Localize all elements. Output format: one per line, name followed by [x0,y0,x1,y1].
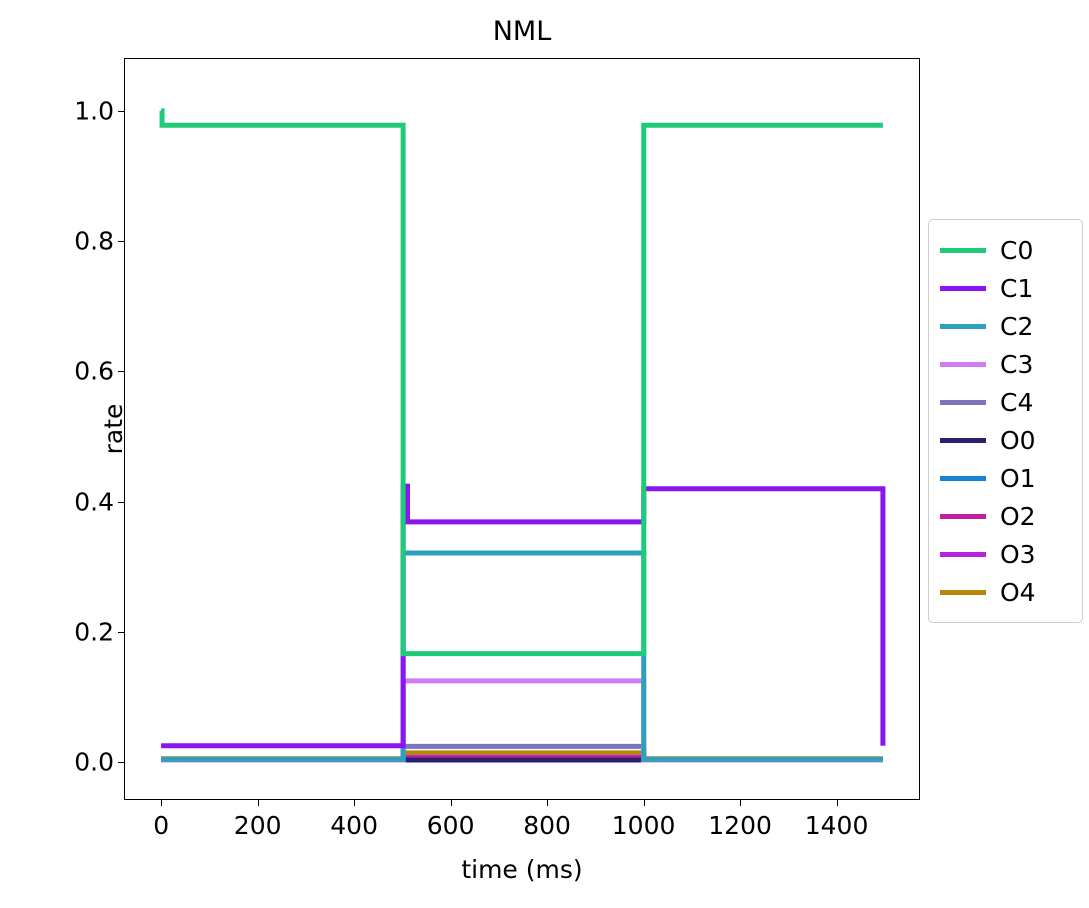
legend-item-c0[interactable]: C0 [940,231,1073,269]
x-tick-mark [547,799,549,806]
legend-item-o2[interactable]: O2 [940,497,1073,535]
x-tick-mark [354,799,356,806]
x-tick-mark [161,799,163,806]
x-axis-label: time (ms) [461,855,583,884]
x-tick-label: 1000 [611,811,676,840]
legend-item-o3[interactable]: O3 [940,535,1073,573]
x-tick-mark [450,799,452,806]
x-tick-label: 1400 [804,811,869,840]
legend-item-label: C2 [1000,311,1034,341]
legend-color-swatch [940,475,986,481]
series-line-c1 [161,486,883,746]
legend-item-label: O0 [1000,425,1036,455]
legend-color-swatch [940,247,986,253]
legend-item-o1[interactable]: O1 [940,459,1073,497]
legend-color-swatch [940,551,986,557]
legend-item-label: O4 [1000,577,1036,607]
legend-item-label: O1 [1000,463,1036,493]
legend-item-label: C3 [1000,349,1034,379]
y-tick-mark [118,241,125,243]
series-line-c2 [161,553,883,759]
x-tick-label: 0 [153,811,170,840]
x-tick-mark [740,799,742,806]
x-tick-label: 400 [330,811,378,840]
legend-item-o4[interactable]: O4 [940,573,1073,611]
figure-canvas: NML 0.0 0.2 0.4 0.6 0.8 1.0 0 200 400 600 800 1000 1… [0,0,1089,908]
x-tick-label: 1200 [708,811,772,840]
legend-item-c3[interactable]: C3 [940,345,1073,383]
x-tick-label: 600 [426,811,475,840]
legend-color-swatch [940,589,986,595]
x-tick-mark [643,799,645,806]
legend-item-label: C0 [1000,235,1034,265]
y-tick-mark [118,111,125,113]
legend-item-o0[interactable]: O0 [940,421,1073,459]
legend-color-swatch [940,323,986,329]
plot-axes-area: 0.0 0.2 0.4 0.6 0.8 1.0 0 200 400 600 800 1000 1200 1… [74,58,920,838]
legend: C0 C1 C2 C3 C4 O0 O1 O2 O3 O4 [928,219,1083,623]
x-tick-label: 800 [523,811,571,840]
legend-item-label: C4 [1000,387,1034,417]
series-line-c0 [161,111,883,654]
y-tick-label: 1.0 [74,96,114,126]
legend-item-label: O2 [1000,501,1036,531]
x-tick-mark [257,799,259,806]
legend-color-swatch [940,399,986,405]
x-tick-label: 200 [233,811,282,840]
legend-item-c1[interactable]: C1 [940,269,1073,307]
legend-item-c2[interactable]: C2 [940,307,1073,345]
y-tick-label: 0.0 [74,747,114,777]
legend-item-label: O3 [1000,539,1036,569]
legend-item-label: C1 [1000,273,1034,303]
y-tick-label: 0.2 [74,617,114,647]
legend-item-c4[interactable]: C4 [940,383,1073,421]
y-axis-label: rate [99,403,128,455]
legend-color-swatch [940,437,986,443]
y-tick-label: 0.8 [74,226,114,256]
legend-color-swatch [940,361,986,367]
plot-lines [125,59,919,799]
legend-color-swatch [940,285,986,291]
y-tick-mark [118,631,125,633]
x-tick-mark [836,799,838,806]
chart-title: NML [492,16,552,47]
y-tick-mark [118,761,125,763]
legend-color-swatch [940,513,986,519]
